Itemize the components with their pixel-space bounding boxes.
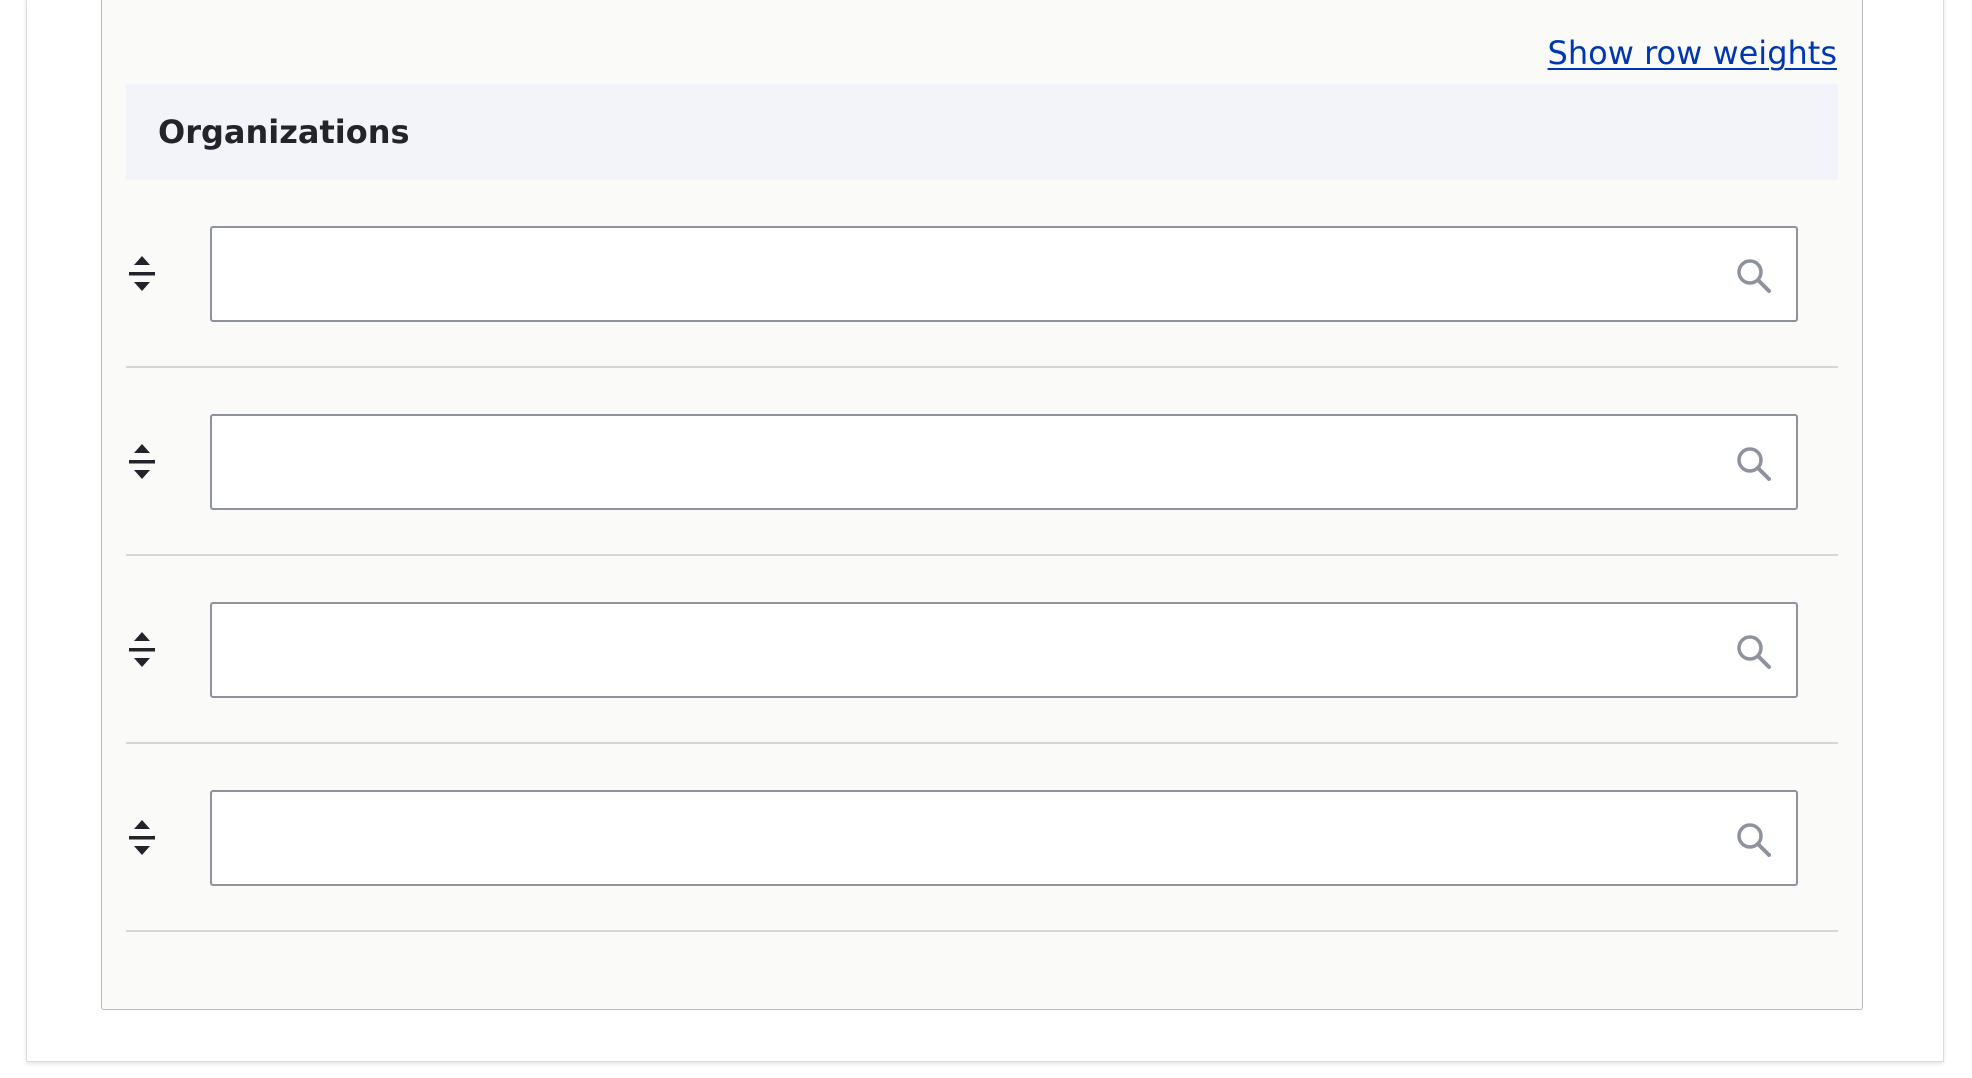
organization-input[interactable] [212,416,1796,508]
organization-input[interactable] [212,792,1796,884]
table-row [126,368,1838,556]
drag-handle-icon[interactable] [126,440,158,484]
drag-handle-icon[interactable] [126,252,158,296]
form-card: Show row weights Organizations [26,0,1944,1062]
table-header: Organizations [126,84,1838,180]
organization-autocomplete-field[interactable] [210,602,1798,698]
table-row [126,180,1838,368]
drag-handle-icon[interactable] [126,628,158,672]
organization-autocomplete-field[interactable] [210,414,1798,510]
drag-handle-icon[interactable] [126,816,158,860]
show-row-weights-link[interactable]: Show row weights [1548,34,1837,72]
organizations-fieldset: Show row weights Organizations [101,0,1863,1010]
table-row [126,744,1838,932]
table-header-title: Organizations [158,113,410,151]
organization-autocomplete-field[interactable] [210,226,1798,322]
table-body [126,180,1838,932]
organization-input[interactable] [212,228,1796,320]
organization-input[interactable] [212,604,1796,696]
organization-autocomplete-field[interactable] [210,790,1798,886]
table-row [126,556,1838,744]
